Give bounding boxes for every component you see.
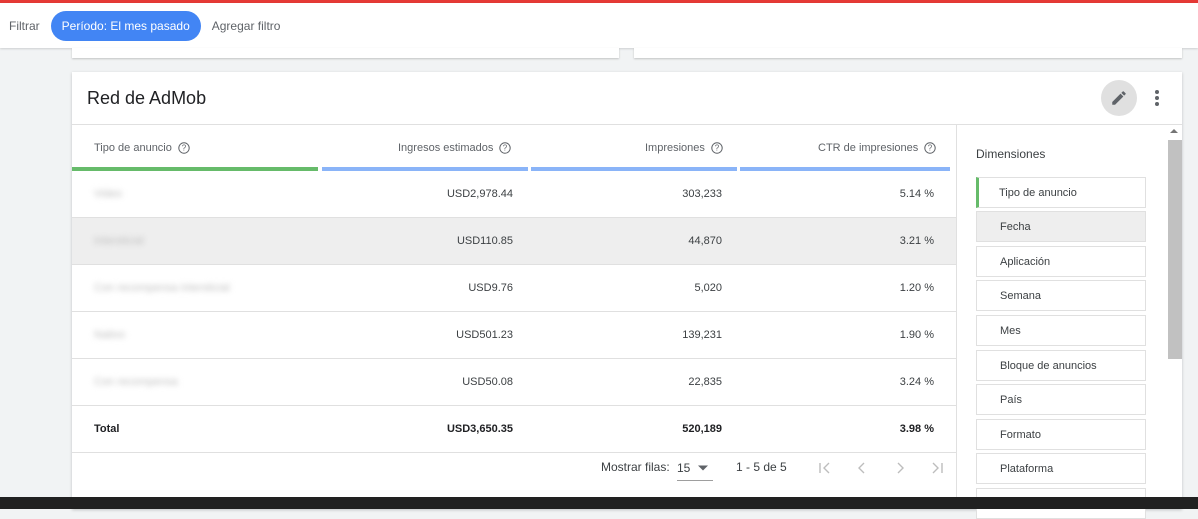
dimension-platform[interactable]: Plataforma: [976, 453, 1146, 484]
dimension-month[interactable]: Mes: [976, 315, 1146, 346]
svg-text:?: ?: [503, 144, 508, 153]
revenue-cell: USD501.23: [456, 329, 513, 341]
dimension-ad-type[interactable]: Tipo de anuncio: [976, 177, 1146, 208]
help-icon[interactable]: ?: [711, 142, 723, 154]
card-above-left: [72, 48, 619, 58]
report-table: Tipo de anuncio ? Ingresos estimados ? I…: [72, 125, 956, 453]
prev-page-button[interactable]: [850, 456, 874, 480]
filter-label[interactable]: Filtrar: [9, 19, 40, 33]
revenue-cell: USD9.76: [468, 282, 513, 294]
col-header-ad-type[interactable]: Tipo de anuncio ?: [94, 125, 190, 171]
dimension-ad-unit[interactable]: Bloque de anuncios: [976, 350, 1146, 381]
ctr-cell: 3.21 %: [899, 235, 934, 247]
period-filter-chip[interactable]: Período: El mes pasado: [50, 10, 201, 41]
rows-per-page-value: 15: [677, 460, 691, 475]
col-header-impressions[interactable]: Impresiones ?: [645, 125, 723, 171]
rows-per-page-select[interactable]: 15: [677, 455, 713, 481]
dimension-country[interactable]: País: [976, 384, 1146, 415]
svg-text:?: ?: [715, 144, 720, 153]
revenue-cell: USD110.85: [456, 235, 513, 247]
dimension-format[interactable]: Formato: [976, 419, 1146, 450]
taskbar-strip: [0, 497, 1198, 509]
admob-network-card: Red de AdMob Tipo de anuncio ? Ingresos …: [72, 72, 1183, 519]
last-page-icon: [932, 462, 943, 474]
rows-per-page-label: Mostrar filas:: [601, 460, 670, 474]
dimensions-panel: Dimensiones Tipo de anuncio Fecha Aplica…: [956, 125, 1183, 519]
ad-type-cell: Con recompensa intersticial: [94, 282, 230, 294]
last-page-button[interactable]: [925, 456, 949, 480]
revenue-cell: USD50.08: [462, 376, 513, 388]
svg-text:?: ?: [182, 144, 187, 153]
col-header-label: Ingresos estimados: [398, 142, 494, 154]
table-row[interactable]: Intersticial USD110.85 44,870 3.21 %: [72, 218, 956, 265]
more-vert-icon: [1155, 90, 1159, 106]
dimension-app[interactable]: Aplicación: [976, 246, 1146, 277]
impressions-cell: 22,835: [688, 376, 722, 388]
ad-type-cell: Nativo: [94, 329, 126, 341]
dimensions-title: Dimensiones: [976, 147, 1046, 161]
impressions-cell: 5,020: [694, 282, 722, 294]
dropdown-arrow-icon: [698, 465, 709, 470]
table-row[interactable]: Video USD2,978.44 303,233 5.14 %: [72, 171, 956, 218]
help-icon[interactable]: ?: [178, 142, 190, 154]
next-page-button[interactable]: [888, 456, 912, 480]
filter-bar: Filtrar Período: El mes pasado Agregar f…: [0, 3, 1198, 48]
page-range: 1 - 5 de 5: [736, 460, 787, 474]
ctr-cell: 3.24 %: [899, 376, 934, 388]
impressions-cell: 303,233: [682, 188, 722, 200]
svg-text:?: ?: [928, 144, 933, 153]
ctr-cell: 1.20 %: [899, 282, 934, 294]
chevron-right-icon: [897, 462, 904, 474]
dimensions-scrollbar[interactable]: [1165, 125, 1182, 509]
add-filter-button[interactable]: Agregar filtro: [212, 19, 281, 33]
pagination: Mostrar filas: 15 1 - 5 de 5: [72, 445, 956, 491]
col-header-ctr[interactable]: CTR de impresiones ?: [818, 125, 936, 171]
table-row[interactable]: Nativo USD501.23 139,231 1.90 %: [72, 312, 956, 359]
scroll-thumb[interactable]: [1168, 140, 1182, 359]
edit-button[interactable]: [1101, 80, 1137, 116]
impressions-cell: 139,231: [682, 329, 722, 341]
scroll-up-icon[interactable]: [1170, 128, 1178, 134]
first-page-icon: [819, 462, 830, 474]
table-header: Tipo de anuncio ? Ingresos estimados ? I…: [72, 125, 956, 171]
impressions-cell: 44,870: [688, 235, 722, 247]
revenue-cell: USD2,978.44: [446, 188, 513, 200]
help-icon[interactable]: ?: [499, 142, 512, 154]
first-page-button[interactable]: [813, 456, 837, 480]
col-header-label: CTR de impresiones: [818, 142, 919, 154]
dimension-date[interactable]: Fecha: [976, 211, 1146, 242]
ctr-cell: 1.90 %: [899, 329, 934, 341]
chevron-left-icon: [858, 462, 865, 474]
ctr-cell: 5.14 %: [899, 188, 934, 200]
col-header-label: Tipo de anuncio: [94, 142, 172, 154]
more-options-button[interactable]: [1147, 86, 1167, 110]
table-row[interactable]: Con recompensa USD50.08 22,835 3.24 %: [72, 359, 956, 406]
card-above-right: [634, 48, 1182, 58]
dimension-week[interactable]: Semana: [976, 280, 1146, 311]
table-row[interactable]: Con recompensa intersticial USD9.76 5,02…: [72, 265, 956, 312]
ad-type-cell: Con recompensa: [94, 376, 178, 388]
ad-type-cell: Intersticial: [94, 235, 144, 247]
ad-type-cell: Video: [94, 188, 122, 200]
help-icon[interactable]: ?: [924, 142, 936, 154]
col-header-revenue[interactable]: Ingresos estimados ?: [398, 125, 512, 171]
card-title: Red de AdMob: [87, 88, 207, 108]
col-header-label: Impresiones: [645, 142, 705, 154]
pencil-icon: [1112, 91, 1126, 105]
